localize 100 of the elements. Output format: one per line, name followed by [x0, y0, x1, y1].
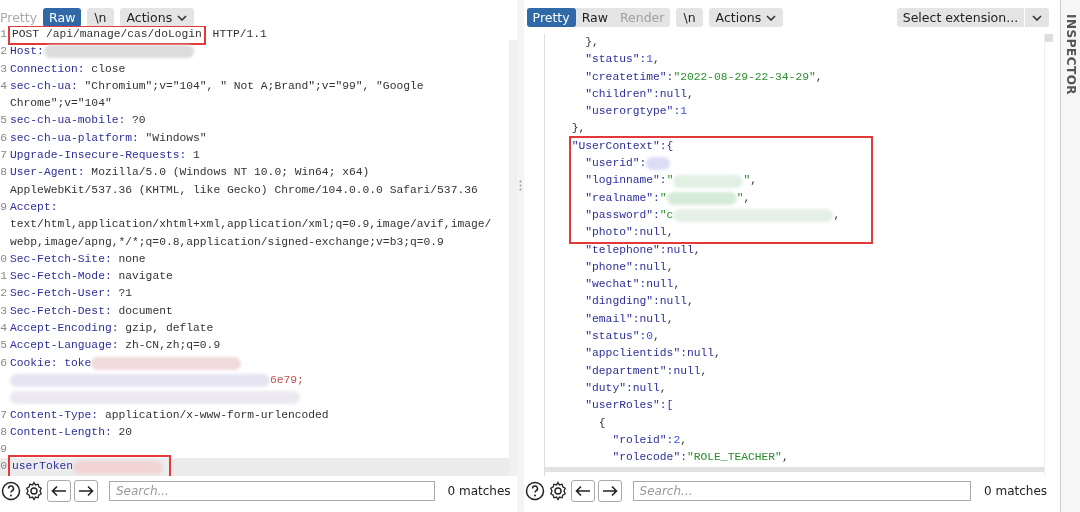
search-field[interactable]: Search... — [109, 481, 435, 501]
forward-button[interactable] — [74, 480, 98, 502]
header-value: ?1 — [117, 286, 133, 302]
json-key: "loginname": — [585, 172, 667, 190]
json-punctuation: , — [666, 225, 674, 241]
line-number: 3 — [0, 303, 7, 319]
view-tab[interactable]: Pretty — [526, 8, 576, 27]
json-key: "userRoles":[ — [585, 397, 674, 415]
json-key: "phone": — [585, 258, 640, 277]
json-null: null — [639, 259, 667, 275]
left-arrow-icon — [51, 485, 67, 497]
search-field[interactable]: Search... — [632, 481, 972, 501]
line-number: 6 — [0, 355, 7, 371]
line-number: 4 — [0, 78, 7, 94]
match-count: 0 matches — [983, 484, 1049, 498]
forward-button[interactable] — [597, 480, 622, 502]
header-value: "Chromium";v="104", " Not A;Brand";v="99", "Google — [83, 78, 424, 94]
header-name: Upgrade-Insecure-Requests: — [10, 148, 187, 164]
json-key: "wechat": — [585, 276, 647, 294]
back-button[interactable] — [47, 480, 71, 502]
line-number: 7 — [0, 407, 7, 423]
json-punctuation: , — [653, 329, 660, 345]
json-punctuation: }, — [571, 121, 586, 137]
header-value: navigate — [117, 269, 173, 285]
line-number: 0 — [0, 251, 7, 267]
line-number: 9 — [0, 442, 7, 458]
line-number: 9 — [0, 199, 7, 215]
newline-toggle-button[interactable]: \n — [676, 8, 703, 27]
settings-icon[interactable] — [24, 481, 44, 501]
line-number: 0 — [0, 459, 7, 475]
json-key: "rolecode": — [612, 449, 687, 467]
header-value: "Windows" — [144, 130, 207, 146]
back-button[interactable] — [570, 480, 595, 502]
json-string: "2022-08-29-22-34-29" — [673, 69, 816, 85]
view-tab[interactable]: Raw — [43, 8, 82, 27]
header-name: Host: — [10, 44, 44, 60]
line-number: 7 — [0, 148, 7, 164]
header-value: Chrome";v="104" — [10, 96, 112, 112]
json-key: "photo": — [585, 224, 640, 242]
json-key: "userorgtype": — [585, 103, 681, 121]
header-value: ?0 — [131, 113, 146, 129]
json-number: 1 — [680, 104, 687, 120]
line-number: 1 — [0, 269, 7, 285]
json-key: "appclientids": — [585, 345, 687, 363]
line-number: 5 — [0, 113, 7, 129]
header-name: userToken — [12, 459, 73, 475]
header-name: Accept-Encoding: — [10, 321, 119, 337]
actions-button[interactable]: Actions — [708, 8, 784, 27]
extension-dropdown[interactable]: Select extension... — [896, 8, 1050, 27]
json-punctuation: , — [781, 450, 789, 466]
json-null: null — [673, 363, 701, 379]
header-name: Cookie: toke — [10, 355, 92, 371]
header-value: text/html,application/xhtml+xml,application/xml;q=0.9,image/avif,image/ — [10, 217, 492, 233]
drag-handle-icon[interactable] — [518, 180, 522, 191]
header-name: Content-Length: — [10, 424, 112, 440]
left-arrow-icon — [574, 485, 591, 497]
header-value: gzip, deflate — [124, 321, 214, 337]
json-number: 2 — [673, 432, 681, 448]
header-value: document — [117, 303, 173, 319]
header-name: Accept-Language: — [10, 338, 119, 354]
caret-icon — [1032, 14, 1043, 21]
json-null: null — [686, 346, 715, 362]
inspector-tab[interactable]: INSPECTOR — [1063, 14, 1078, 96]
json-key: "dingding": — [585, 293, 660, 311]
help-icon[interactable] — [1, 481, 21, 501]
json-punctuation: , — [693, 242, 701, 258]
json-key: "telephone": — [585, 241, 667, 259]
right-arrow-icon — [601, 485, 618, 497]
json-null: null — [659, 294, 687, 310]
json-punctuation: , — [666, 259, 674, 275]
json-string: " — [743, 173, 751, 189]
header-name: Sec-Fetch-Dest: — [10, 303, 112, 319]
json-punctuation: }, — [585, 35, 599, 50]
json-key: "department": — [585, 362, 674, 380]
json-punctuation: , — [653, 52, 660, 68]
header-value: Mozilla/5.0 (Windows NT 10.0; Win64; x64) — [90, 165, 370, 181]
json-key: "password": — [585, 206, 660, 225]
json-string: "ROLE_TEACHER" — [686, 450, 782, 466]
newline-toggle-button[interactable]: \n — [87, 8, 114, 27]
json-punctuation: , — [714, 346, 721, 362]
json-key: "realname": — [585, 189, 660, 207]
header-value: application/x-www-form-urlencoded — [103, 407, 329, 423]
json-punctuation: , — [659, 380, 667, 396]
json-key: "roleid": — [612, 431, 674, 450]
json-null: null — [646, 277, 674, 293]
json-punctuation: { — [598, 415, 606, 431]
line-number: 8 — [0, 165, 7, 181]
line-number: 8 — [0, 424, 7, 440]
json-key: "email": — [585, 310, 640, 329]
help-icon[interactable] — [524, 481, 545, 501]
header-value: AppleWebKit/537.36 (KHTML, like Gecko) Chrome/104.0.0.0 Safari/537.36 — [10, 182, 478, 198]
json-null: null — [632, 380, 660, 396]
header-name: Accept: — [10, 199, 58, 215]
caret-icon — [766, 14, 777, 21]
scrollbar[interactable] — [544, 467, 1045, 473]
right-arrow-icon — [78, 485, 94, 497]
scrollbar-thumb[interactable] — [1045, 34, 1054, 42]
header-value: HTTP/1.1 — [211, 27, 267, 42]
settings-icon[interactable] — [547, 481, 568, 501]
header-value: 20 — [117, 424, 133, 440]
